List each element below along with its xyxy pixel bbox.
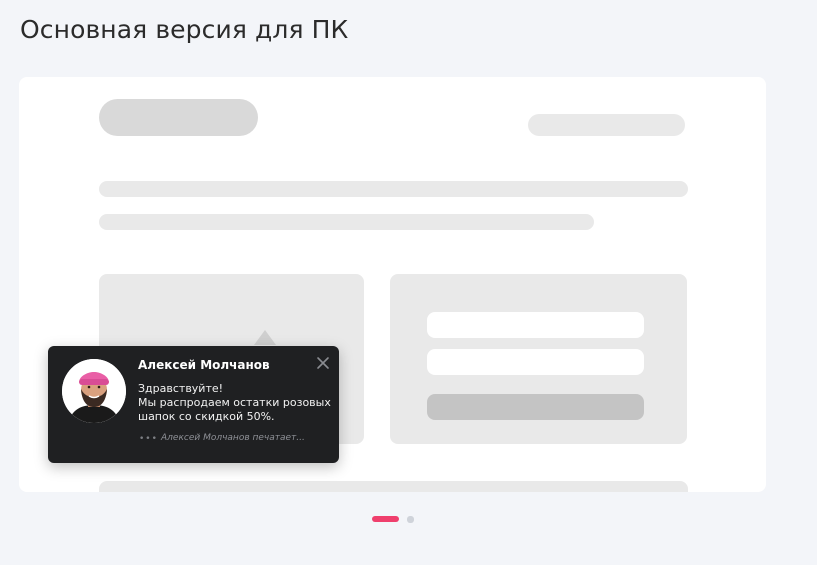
placeholder-form-block [390, 274, 687, 444]
placeholder-text-line [99, 214, 594, 230]
placeholder-nav [528, 114, 685, 136]
carousel-pager [372, 516, 432, 523]
placeholder-input [427, 349, 644, 375]
pager-dot-2[interactable] [407, 516, 414, 523]
placeholder-logo [99, 99, 258, 136]
chat-popup[interactable]: Алексей Молчанов Здравствуйте! Мы распро… [48, 346, 339, 463]
page-title: Основная версия для ПК [20, 15, 349, 44]
chat-agent-name: Алексей Молчанов [138, 358, 270, 372]
typing-status: Алексей Молчанов печатает... [161, 433, 305, 443]
placeholder-button [427, 394, 644, 420]
close-icon[interactable] [316, 355, 330, 369]
placeholder-footer [99, 481, 688, 492]
pager-dot-1[interactable] [372, 516, 399, 522]
placeholder-text-line [99, 181, 688, 197]
typing-dots-icon: ••• [139, 434, 158, 444]
placeholder-input [427, 312, 644, 338]
avatar-photo [62, 359, 126, 423]
page: Основная версия для ПК Алексей Молчанов … [0, 0, 817, 565]
chat-message: Здравствуйте! Мы распродаем остатки розо… [138, 382, 331, 423]
chat-pointer-arrow [254, 330, 276, 345]
avatar [62, 359, 126, 423]
